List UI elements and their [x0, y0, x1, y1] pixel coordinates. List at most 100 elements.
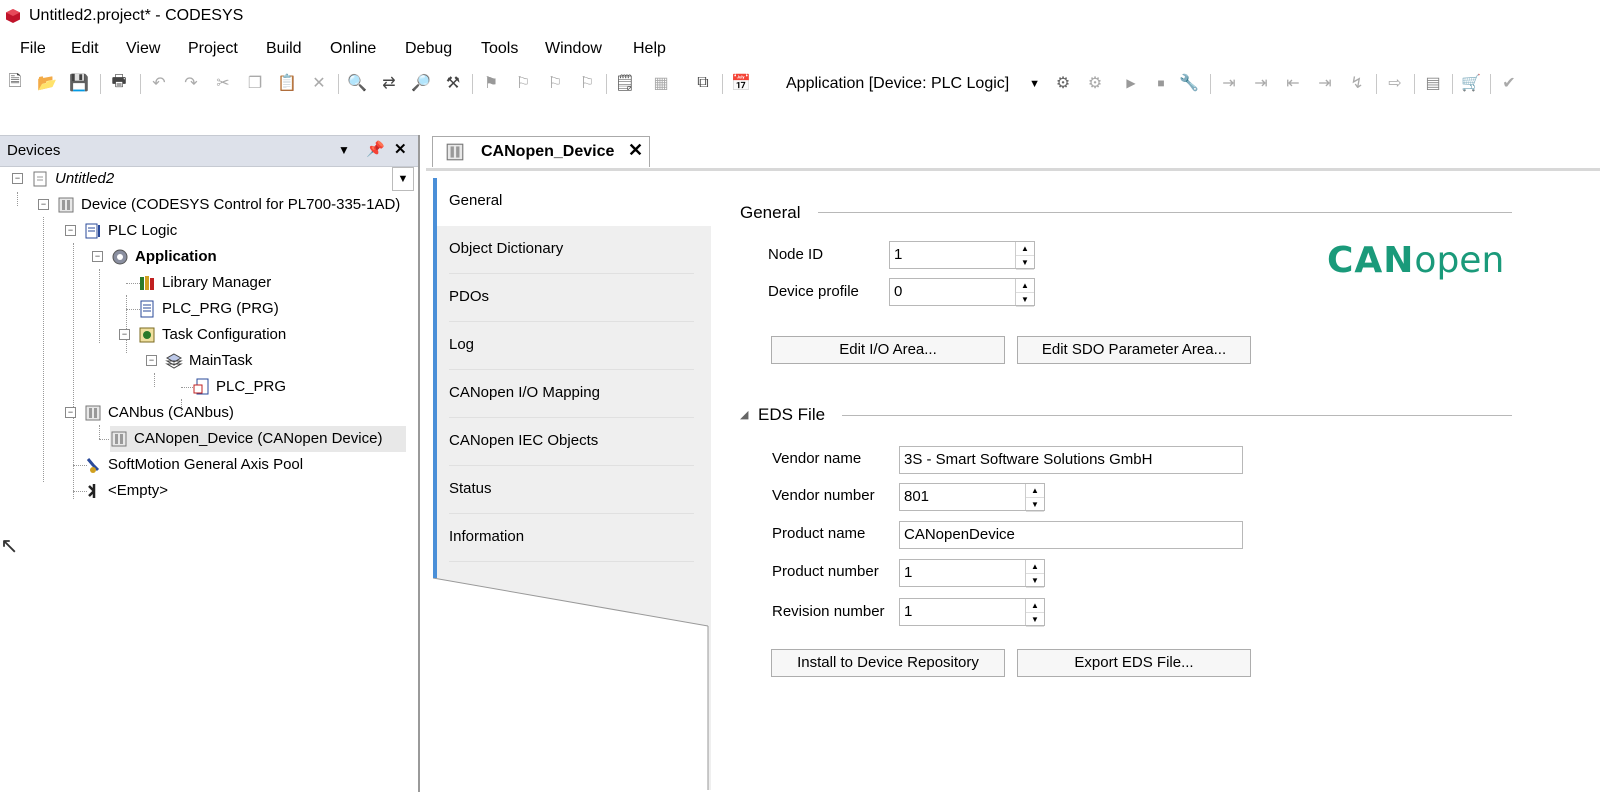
- tab-status[interactable]: Status: [433, 466, 711, 514]
- collapse-toggle[interactable]: −: [65, 407, 76, 418]
- install-to-device-repository-button[interactable]: Install to Device Repository: [771, 649, 1005, 677]
- device-profile-field[interactable]: 0 ▲ ▼: [889, 278, 1035, 307]
- vendor-name-field[interactable]: 3S - Smart Software Solutions GmbH: [899, 446, 1243, 474]
- set-next-statement-icon[interactable]: ↯: [1346, 72, 1368, 94]
- login-icon[interactable]: ⚙: [1052, 72, 1074, 94]
- product-number-field[interactable]: 1 ▲ ▼: [899, 559, 1045, 588]
- menu-tools[interactable]: Tools: [481, 40, 518, 58]
- menu-help[interactable]: Help: [633, 40, 666, 58]
- tab-pdos[interactable]: PDOs: [433, 274, 711, 322]
- clipboard-icon[interactable]: 🗒: [614, 72, 636, 94]
- tab-canopen-iec-objects[interactable]: CANopen IEC Objects: [433, 418, 711, 466]
- layout-icon[interactable]: ▦: [650, 72, 672, 94]
- product-name-field[interactable]: CANopenDevice: [899, 521, 1243, 549]
- tools-icon[interactable]: 🔧: [1178, 72, 1200, 94]
- tree-item-canopen-device[interactable]: CANopen_Device (CANopen Device): [110, 426, 406, 452]
- tab-canopen-device[interactable]: CANopen_Device ✕: [432, 136, 650, 167]
- spin-down-icon[interactable]: ▼: [1026, 574, 1044, 588]
- spin-up-icon[interactable]: ▲: [1016, 242, 1034, 256]
- step-over-icon[interactable]: ⇥: [1218, 72, 1240, 94]
- vendor-number-field[interactable]: 801 ▲ ▼: [899, 483, 1045, 512]
- close-tab-icon[interactable]: ✕: [628, 140, 643, 161]
- spin-up-icon[interactable]: ▲: [1026, 560, 1044, 574]
- cut-icon[interactable]: ✂: [212, 72, 234, 94]
- bookmark-icon[interactable]: ⚑: [480, 72, 502, 94]
- vendor-number-spinner[interactable]: ▲ ▼: [1025, 484, 1044, 512]
- stop-icon[interactable]: ■: [1150, 72, 1172, 94]
- spin-down-icon[interactable]: ▼: [1016, 293, 1034, 307]
- cross-reference-icon[interactable]: ⚒: [442, 72, 464, 94]
- menu-edit[interactable]: Edit: [71, 40, 99, 58]
- tree-item-library-manager[interactable]: Library Manager: [138, 270, 271, 296]
- menu-project[interactable]: Project: [188, 40, 238, 58]
- tree-options-dropdown[interactable]: ▼: [392, 167, 414, 191]
- tab-information[interactable]: Information: [433, 514, 711, 562]
- menu-build[interactable]: Build: [266, 40, 302, 58]
- run-to-cursor-icon[interactable]: ⇥: [1314, 72, 1336, 94]
- menu-file[interactable]: File: [20, 40, 46, 58]
- edit-sdo-parameter-area-button[interactable]: Edit SDO Parameter Area...: [1017, 336, 1251, 364]
- export-eds-file-button[interactable]: Export EDS File...: [1017, 649, 1251, 677]
- calendar-icon[interactable]: 📅: [730, 72, 752, 94]
- collapse-toggle[interactable]: −: [38, 199, 49, 210]
- show-next-statement-icon[interactable]: ⇨: [1384, 72, 1406, 94]
- export-icon[interactable]: ⧉: [692, 72, 714, 94]
- open-folder-icon[interactable]: 📂: [36, 72, 58, 94]
- spin-down-icon[interactable]: ▼: [1026, 613, 1044, 627]
- tree-item-device[interactable]: Device (CODESYS Control for PL700-335-1A…: [57, 192, 400, 218]
- tab-canopen-io-mapping[interactable]: CANopen I/O Mapping: [433, 370, 711, 418]
- edit-io-area-button[interactable]: Edit I/O Area...: [771, 336, 1005, 364]
- menu-view[interactable]: View: [126, 40, 160, 58]
- replace-icon[interactable]: ⇄: [378, 72, 400, 94]
- tree-item-canbus[interactable]: CANbus (CANbus): [84, 400, 234, 426]
- step-into-icon[interactable]: ⇥: [1250, 72, 1272, 94]
- tree-item-plc-logic[interactable]: PLC Logic: [84, 218, 177, 244]
- menu-debug[interactable]: Debug: [405, 40, 452, 58]
- active-application-select[interactable]: Application [Device: PLC Logic] ▼: [784, 71, 1042, 97]
- check-icon[interactable]: ✔: [1498, 72, 1520, 94]
- tree-item-softmotion-axis-pool[interactable]: SoftMotion General Axis Pool: [84, 452, 303, 478]
- tab-general[interactable]: General: [433, 178, 711, 226]
- menu-window[interactable]: Window: [545, 40, 602, 58]
- dropdown-icon[interactable]: ▼: [338, 143, 350, 157]
- pin-icon[interactable]: 📌: [366, 140, 385, 158]
- find-icon[interactable]: 🔍: [346, 72, 368, 94]
- new-file-icon[interactable]: 🗎: [4, 72, 26, 94]
- delete-icon[interactable]: ✕: [308, 72, 330, 94]
- revision-number-spinner[interactable]: ▲ ▼: [1025, 599, 1044, 627]
- save-icon[interactable]: 💾: [68, 72, 90, 94]
- tree-item-empty[interactable]: <Empty>: [84, 478, 168, 504]
- print-icon[interactable]: 🖶: [108, 72, 130, 94]
- spin-down-icon[interactable]: ▼: [1016, 256, 1034, 270]
- copy-icon[interactable]: ❐: [244, 72, 266, 94]
- tree-item-task-configuration[interactable]: Task Configuration: [138, 322, 286, 348]
- step-out-icon[interactable]: ⇤: [1282, 72, 1304, 94]
- cart-icon[interactable]: 🛒: [1460, 72, 1482, 94]
- redo-icon[interactable]: ↷: [180, 72, 202, 94]
- node-id-field[interactable]: 1 ▲ ▼: [889, 241, 1035, 270]
- tree-item-maintask[interactable]: MainTask: [165, 348, 252, 374]
- revision-number-field[interactable]: 1 ▲ ▼: [899, 598, 1045, 627]
- tree-item-task-plc-prg[interactable]: PLC_PRG: [192, 374, 286, 400]
- bookmark-prev-icon[interactable]: ⚐: [512, 72, 534, 94]
- collapse-toggle[interactable]: −: [65, 225, 76, 236]
- start-icon[interactable]: ▶: [1120, 72, 1142, 94]
- spin-up-icon[interactable]: ▲: [1026, 484, 1044, 498]
- collapse-toggle[interactable]: −: [119, 329, 130, 340]
- collapse-toggle[interactable]: −: [12, 173, 23, 184]
- tree-item-project[interactable]: Untitled2: [31, 166, 114, 192]
- product-number-spinner[interactable]: ▲ ▼: [1025, 560, 1044, 588]
- device-profile-spinner[interactable]: ▲ ▼: [1015, 279, 1034, 307]
- monitor-icon[interactable]: ▤: [1422, 72, 1444, 94]
- collapse-toggle[interactable]: −: [146, 355, 157, 366]
- tab-object-dictionary[interactable]: Object Dictionary: [433, 226, 711, 274]
- bookmark-next-icon[interactable]: ⚐: [544, 72, 566, 94]
- spin-up-icon[interactable]: ▲: [1016, 279, 1034, 293]
- node-id-spinner[interactable]: ▲ ▼: [1015, 242, 1034, 270]
- spin-down-icon[interactable]: ▼: [1026, 498, 1044, 512]
- tab-log[interactable]: Log: [433, 322, 711, 370]
- tree-item-plc-prg[interactable]: PLC_PRG (PRG): [138, 296, 279, 322]
- logout-icon[interactable]: ⚙: [1084, 72, 1106, 94]
- undo-icon[interactable]: ↶: [148, 72, 170, 94]
- close-icon[interactable]: ✕: [394, 140, 407, 158]
